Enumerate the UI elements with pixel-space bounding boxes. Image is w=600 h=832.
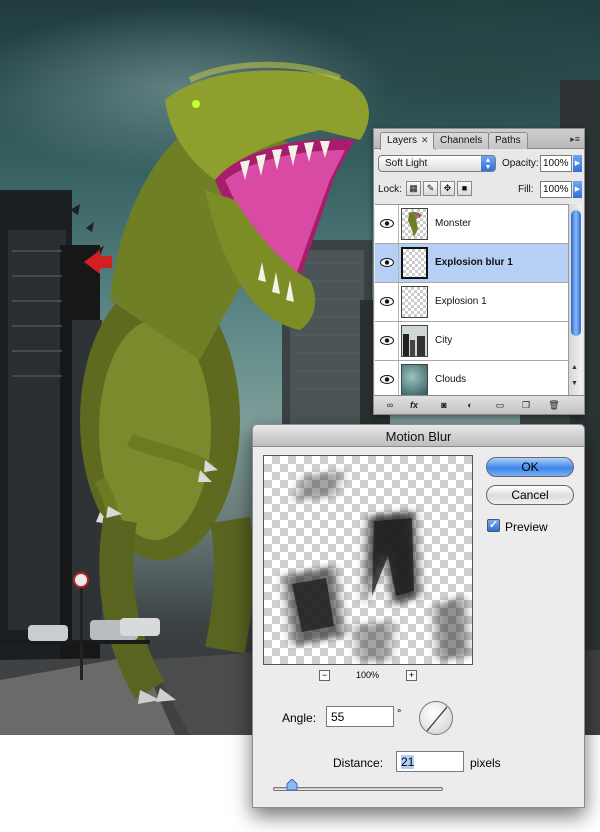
layer-row-explosion-blur-1[interactable]: Explosion blur 1	[375, 244, 568, 283]
link-icon[interactable]: ∞	[382, 398, 398, 412]
tab-layers[interactable]: Layers ✕	[380, 132, 436, 150]
layer-row-clouds[interactable]: Clouds	[375, 361, 568, 396]
fx-icon[interactable]: fx	[406, 398, 422, 412]
layer-name: Explosion blur 1	[435, 257, 513, 268]
motion-blur-dialog: Motion Blur − 100% + OK Cancel ✓ Preview…	[252, 424, 585, 808]
fill-slider-arrow-icon[interactable]: ▶	[573, 181, 582, 198]
scroll-up-icon[interactable]: ▲	[571, 364, 578, 371]
layer-name: Clouds	[435, 374, 467, 385]
layers-list: Monster Explosion blur 1 Explosion 1 Cit…	[375, 204, 568, 396]
layer-name: Explosion 1	[435, 296, 487, 307]
panel-tab-bar: Layers ✕ Channels Paths ▸≡	[374, 129, 584, 150]
layer-row-monster[interactable]: Monster	[375, 205, 568, 244]
lock-all-icon[interactable]: ■	[457, 181, 472, 196]
distance-label: Distance:	[333, 756, 384, 770]
zoom-in-button[interactable]: +	[406, 670, 417, 681]
visibility-toggle[interactable]	[375, 361, 399, 396]
layers-scrollbar[interactable]: ▲ ▼	[568, 204, 582, 396]
close-icon[interactable]: ✕	[421, 135, 429, 145]
layer-thumbnail	[401, 286, 428, 318]
blend-mode-select[interactable]: Soft Light ▲ ▼	[378, 155, 496, 172]
mask-icon[interactable]: ◙	[436, 398, 452, 412]
opacity-label: Opacity:	[502, 158, 539, 169]
preview-checkbox[interactable]: ✓	[487, 519, 500, 532]
opacity-input[interactable]: 100%	[540, 155, 572, 172]
ok-button[interactable]: OK	[486, 457, 574, 477]
zoom-level: 100%	[356, 670, 380, 680]
degree-symbol: °	[397, 708, 402, 720]
fill-label: Fill:	[518, 184, 534, 195]
visibility-toggle[interactable]	[375, 283, 399, 321]
lock-image-pixels-icon[interactable]: ✎	[423, 181, 438, 196]
scroll-down-icon[interactable]: ▼	[571, 380, 578, 387]
panel-menu-icon[interactable]: ▸≡	[570, 134, 580, 145]
distance-input[interactable]: 21	[396, 751, 464, 772]
lock-position-icon[interactable]: ✥	[440, 181, 455, 196]
cancel-button[interactable]: Cancel	[486, 485, 574, 505]
folder-icon[interactable]: ▭	[492, 398, 508, 412]
preview-label: Preview	[505, 520, 548, 534]
layer-thumbnail	[401, 325, 428, 357]
pixels-label: pixels	[470, 756, 501, 770]
visibility-toggle[interactable]	[375, 244, 399, 282]
layer-row-city[interactable]: City	[375, 322, 568, 361]
scroll-thumb[interactable]	[571, 210, 581, 336]
visibility-toggle[interactable]	[375, 205, 399, 243]
visibility-toggle[interactable]	[375, 322, 399, 360]
filter-preview[interactable]	[263, 455, 473, 665]
blend-mode-value: Soft Light	[385, 158, 428, 169]
angle-label: Angle:	[282, 711, 317, 725]
zoom-out-button[interactable]: −	[319, 670, 330, 681]
tab-paths[interactable]: Paths	[488, 132, 528, 149]
slider-thumb[interactable]	[286, 779, 298, 791]
tab-layers-label: Layers	[387, 135, 418, 146]
eye-icon	[380, 375, 394, 384]
layer-name: City	[435, 335, 453, 346]
distance-slider[interactable]	[273, 787, 443, 791]
tab-channels-label: Channels	[440, 135, 483, 146]
eye-icon	[380, 219, 394, 228]
angle-input[interactable]: 55	[326, 706, 394, 727]
opacity-slider-arrow-icon[interactable]: ▶	[573, 155, 582, 172]
lock-label: Lock:	[378, 184, 402, 195]
layers-bottom-bar: ∞ fx ◙ ◐ ▭ ❐ 🗑	[374, 395, 584, 414]
distance-value: 21	[401, 755, 415, 769]
angle-dial[interactable]	[419, 701, 453, 735]
select-arrows-icon: ▲ ▼	[481, 156, 495, 171]
eye-icon	[380, 297, 394, 306]
eye-icon	[380, 258, 394, 267]
layer-thumbnail	[401, 208, 428, 240]
layer-row-explosion-1[interactable]: Explosion 1	[375, 283, 568, 322]
tab-paths-label: Paths	[495, 135, 521, 146]
fill-input[interactable]: 100%	[540, 181, 572, 198]
layer-thumbnail	[401, 364, 428, 396]
tab-channels[interactable]: Channels	[433, 132, 490, 149]
eye-icon	[380, 336, 394, 345]
new-layer-icon[interactable]: ❐	[518, 398, 534, 412]
layer-thumbnail	[401, 247, 428, 279]
lock-transparency-icon[interactable]: ▦	[406, 181, 421, 196]
layers-panel: Layers ✕ Channels Paths ▸≡ Soft Light ▲ ▼ …	[373, 128, 585, 415]
dialog-title: Motion Blur	[253, 425, 584, 447]
trash-icon[interactable]: 🗑	[546, 398, 562, 412]
adjustment-icon[interactable]: ◐	[462, 398, 478, 412]
layer-name: Monster	[435, 218, 472, 229]
